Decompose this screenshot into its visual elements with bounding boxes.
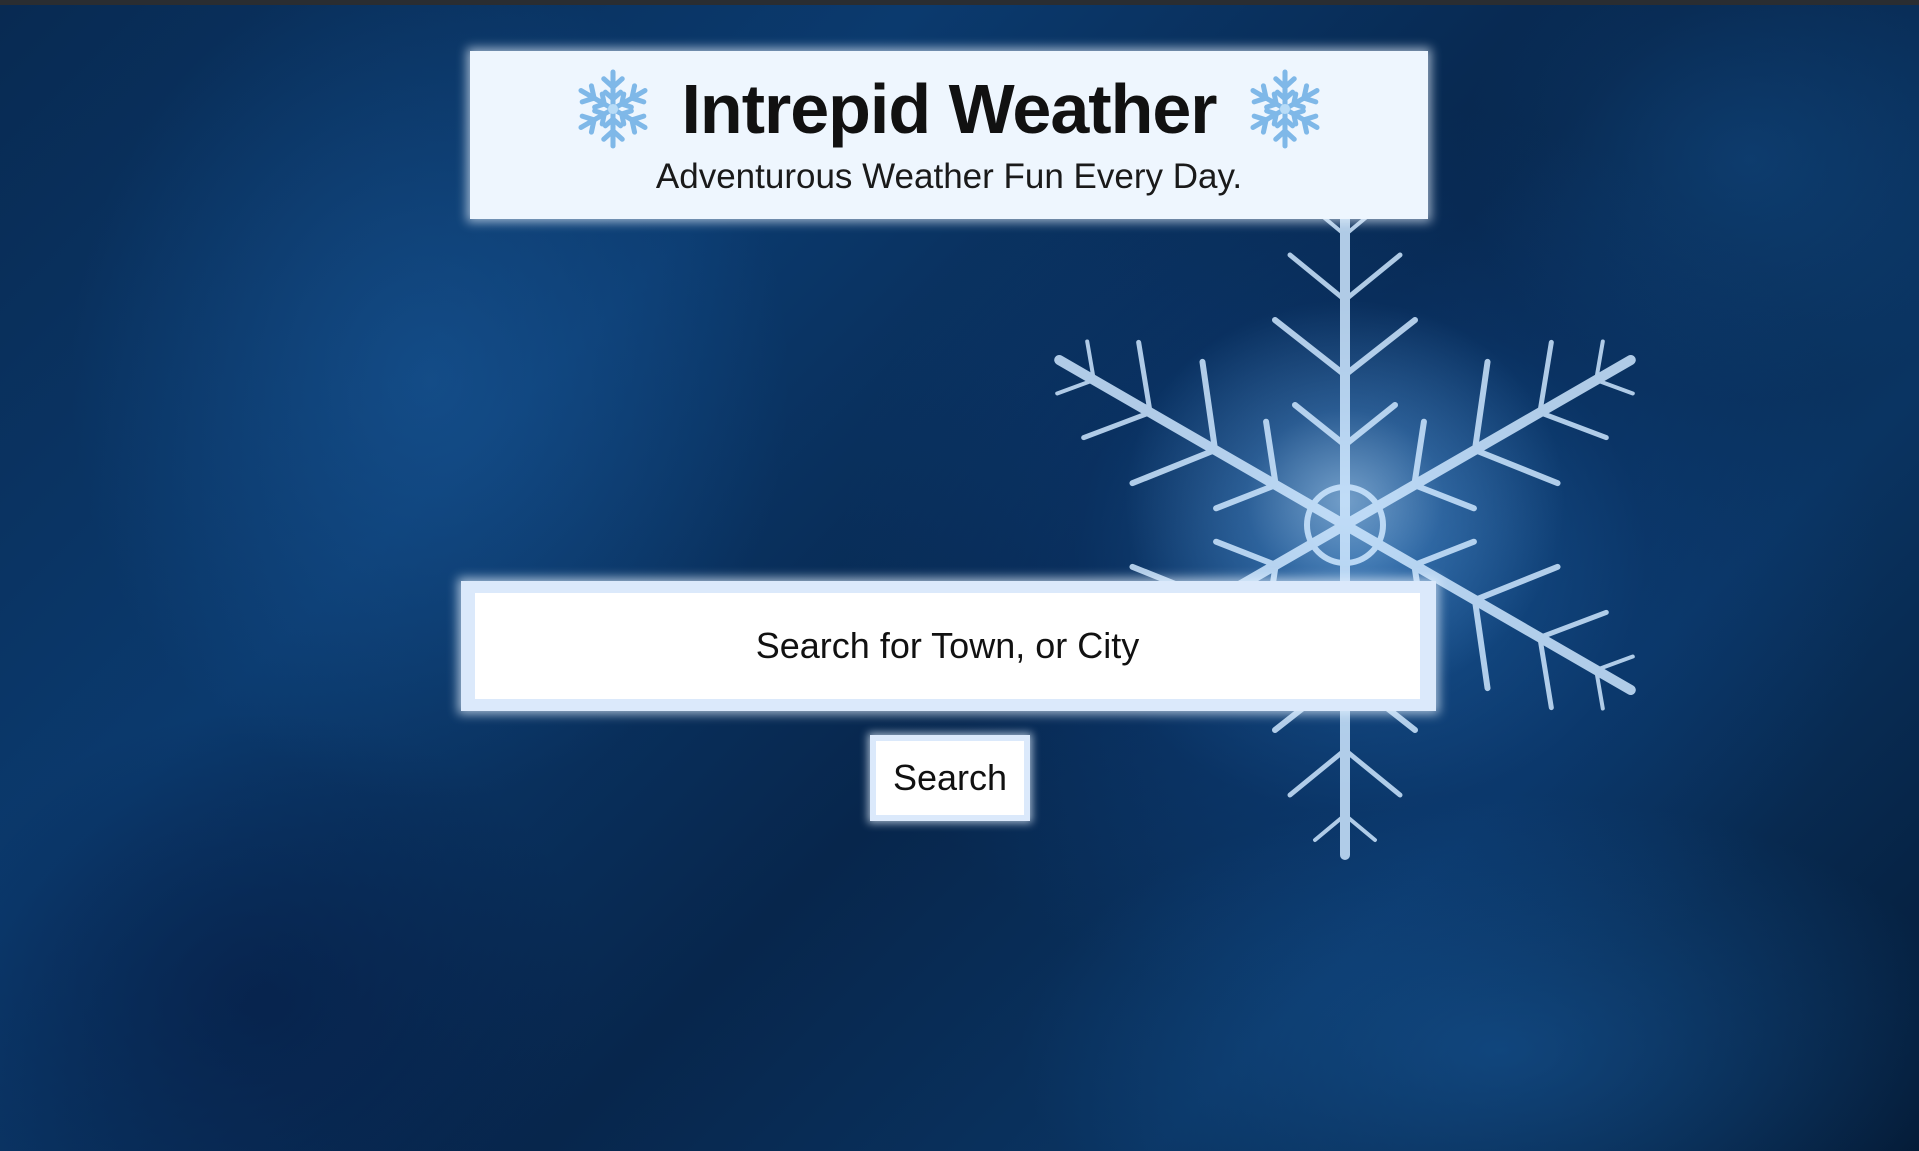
page-subtitle: Adventurous Weather Fun Every Day. (655, 157, 1243, 196)
search-input[interactable] (475, 593, 1420, 699)
search-box (461, 581, 1436, 711)
snowflake-icon (1243, 67, 1327, 151)
title-row: Intrepid Weather (470, 61, 1428, 157)
window-top-strip (0, 0, 1919, 5)
header-card: Intrepid Weather Adventurous Weather Fun… (470, 51, 1428, 219)
page-title: Intrepid Weather (681, 70, 1217, 148)
snowflake-icon (571, 69, 655, 151)
search-button[interactable]: Search (870, 735, 1030, 821)
